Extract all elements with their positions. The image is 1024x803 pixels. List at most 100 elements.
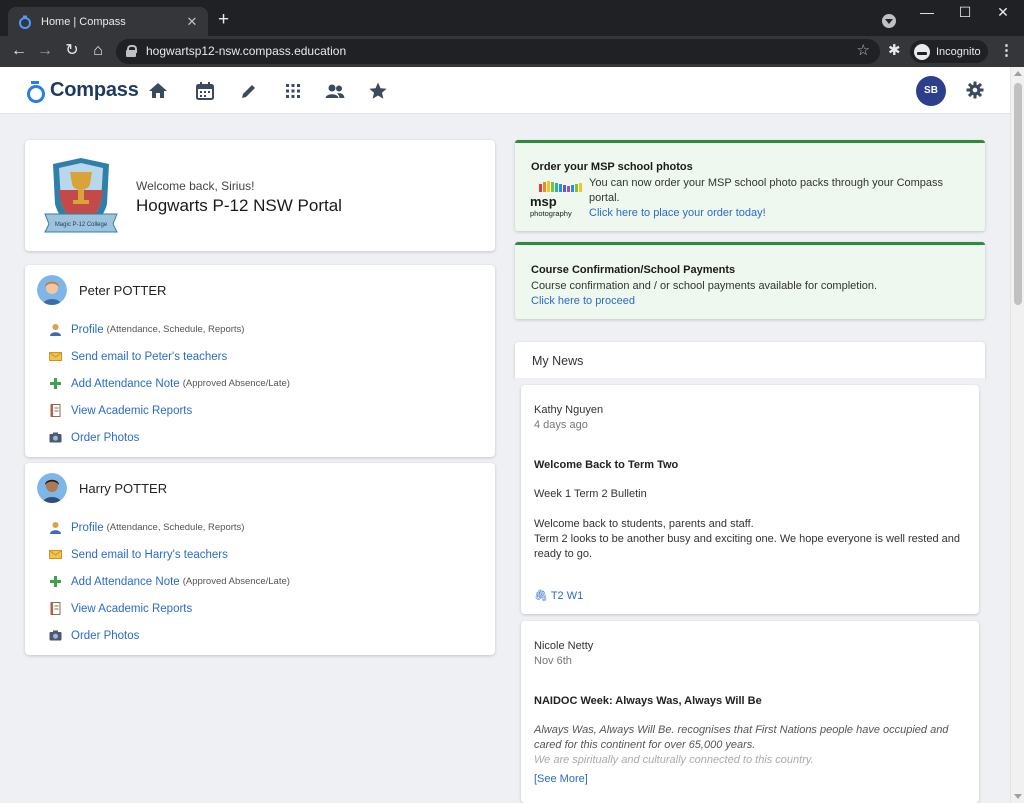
settings-gear-icon[interactable] [965,80,985,100]
school-crest-logo: Magic P-12 College [44,158,118,233]
view-academic-reports-link[interactable]: View Academic Reports [49,404,192,417]
order-photos-link[interactable]: Order Photos [49,629,139,642]
news-body-faded: We are spiritually and culturally connec… [534,754,814,766]
child-avatar-icon [37,275,67,305]
reload-icon[interactable]: ↻ [61,40,83,62]
news-date: Nov 6th [534,655,572,667]
crest-label: Magic P-12 College [55,222,108,228]
news-body: Always Was, Always Will Be. recognises t… [534,724,949,751]
news-body: Term 2 looks to be another busy and exci… [534,533,960,560]
child-name: Harry POTTER [79,480,168,496]
promo-text: You can now order your MSP school photo … [589,177,944,204]
logo-text: Compass [50,79,139,101]
news-date: 4 days ago [534,419,588,431]
profile-link[interactable]: Profile (Attendance, Schedule, Reports) [49,521,244,534]
child-card: Peter POTTER Profile (Attendance, Schedul… [25,265,495,457]
send-email-link[interactable]: Send email to Peter's teachers [49,350,227,363]
browser-tabstrip: Home | Compass ✕ + — ☐ ✕ [0,0,1024,36]
window-close-icon[interactable]: ✕ [993,4,1013,21]
promo-title: Order your MSP school photos [531,161,693,173]
welcome-greeting: Welcome back, Sirius! [136,179,255,193]
user-avatar[interactable]: SB [916,76,946,106]
scroll-thumb[interactable] [1014,83,1022,305]
order-photos-link[interactable]: Order Photos [49,431,139,444]
incognito-icon [914,43,930,60]
compass-logo[interactable]: Compass [26,79,139,103]
plus-icon [50,576,61,587]
view-academic-reports-link[interactable]: View Academic Reports [49,602,192,615]
msp-photography-logo: msp photography [530,181,582,218]
envelope-icon [49,550,62,559]
url-text: hogwartsp12-nsw.compass.education [146,44,347,58]
proceed-payments-link[interactable]: Click here to proceed [531,295,635,307]
scroll-down-icon[interactable] [1014,794,1022,799]
svg-text:photography: photography [530,209,572,218]
add-attendance-note-link[interactable]: Add Attendance Note (Approved Absence/Lat… [49,377,290,390]
people-nav-icon[interactable] [325,81,345,101]
browser-toolbar: ← → ↻ ⌂ hogwartsp12-nsw.compass.educatio… [0,36,1024,67]
attachment-label: T2 W1 [550,590,584,602]
tab-search-icon[interactable] [882,14,896,28]
news-headline: Welcome Back to Term Two [534,459,679,471]
page-scrollbar[interactable] [1010,67,1024,803]
add-attendance-note-link[interactable]: Add Attendance Note (Approved Absence/Lat… [49,575,290,588]
promo-text: Course confirmation and / or school paym… [531,280,878,292]
incognito-label: Incognito [936,45,981,58]
back-icon[interactable]: ← [8,40,30,62]
child-card: Harry POTTER Profile (Attendance, Schedul… [25,463,495,655]
scroll-up-icon[interactable] [1014,71,1022,76]
apps-grid-nav-icon[interactable] [283,81,303,101]
new-tab-icon[interactable]: + [218,10,229,30]
compass-favicon-icon [19,15,31,29]
browser-tab[interactable]: Home | Compass ✕ [8,7,208,36]
home-icon[interactable]: ⌂ [87,40,109,62]
calendar-nav-icon[interactable] [195,81,215,101]
news-item: Nicole Netty Nov 6th NAIDOC Week: Always… [521,621,979,803]
svg-text:msp: msp [530,194,557,209]
msp-photos-banner: Order your MSP school photos msp photogr… [515,140,985,231]
news-author: Nicole Netty [534,640,594,652]
order-photos-promo-link[interactable]: Click here to place your order today! [589,207,766,219]
extensions-icon[interactable]: ✱ [888,41,901,59]
child-name: Peter POTTER [79,282,167,298]
incognito-badge[interactable]: Incognito [910,40,988,63]
news-subhead: Week 1 Term 2 Bulletin [534,488,647,500]
address-bar[interactable]: hogwartsp12-nsw.compass.education ☆ [116,39,880,64]
app-header: Compass SB [0,67,1010,114]
my-news-header: My News [515,342,985,378]
profile-link[interactable]: Profile (Attendance, Schedule, Reports) [49,323,244,336]
promo-title: Course Confirmation/School Payments [531,264,736,276]
camera-icon [49,630,62,641]
my-news-title: My News [532,354,584,368]
tab-close-icon[interactable]: ✕ [184,14,200,30]
forward-icon[interactable]: → [34,40,56,62]
camera-icon [49,432,62,443]
report-book-icon [50,404,61,417]
course-payments-banner: Course Confirmation/School Payments Cour… [515,242,985,319]
tab-title: Home | Compass [41,15,126,28]
minimize-icon[interactable]: — [917,4,937,20]
news-item: Kathy Nguyen 4 days ago Welcome Back to … [521,385,979,614]
news-headline: NAIDOC Week: Always Was, Always Will Be [534,695,762,707]
lock-icon [126,45,137,57]
news-attachment-link[interactable]: 🖇 T2 W1 [534,589,583,602]
profile-user-icon [50,324,61,336]
envelope-icon [49,352,62,361]
paperclip-icon: 🖇 [534,590,548,602]
pencil-nav-icon[interactable] [239,81,259,101]
maximize-icon[interactable]: ☐ [955,4,975,21]
plus-icon [50,378,61,389]
bookmark-star-icon[interactable]: ☆ [857,41,870,59]
send-email-link[interactable]: Send email to Harry's teachers [49,548,228,561]
favourites-star-nav-icon[interactable] [368,81,388,101]
news-body: Welcome back to students, parents and st… [534,518,754,530]
profile-user-icon [50,522,61,534]
home-nav-icon[interactable] [148,81,168,101]
page-viewport: Compass SB Magic P-12 College Welcome ba… [0,67,1024,803]
browser-menu-icon[interactable]: ⋮ [999,41,1014,59]
see-more-link[interactable]: [See More] [534,773,588,785]
news-author: Kathy Nguyen [534,404,604,416]
welcome-card: Magic P-12 College Welcome back, Sirius!… [25,140,495,251]
child-avatar-icon [37,473,67,503]
compass-logo-icon [26,80,45,103]
